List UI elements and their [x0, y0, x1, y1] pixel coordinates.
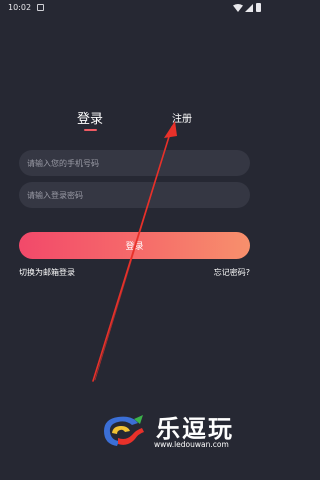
- wifi-icon: [233, 4, 243, 12]
- tab-register[interactable]: 注册: [172, 110, 192, 125]
- signal-icon: [245, 4, 253, 12]
- tab-login[interactable]: 登录: [77, 108, 103, 127]
- switch-email-login-link[interactable]: 切换为邮箱登录: [19, 267, 75, 278]
- status-time: 10:02: [8, 3, 32, 12]
- forgot-password-link[interactable]: 忘记密码?: [214, 267, 250, 278]
- notification-icon: [37, 4, 44, 11]
- password-input[interactable]: [19, 182, 250, 208]
- status-bar: 10:02: [0, 0, 270, 16]
- watermark-logo: 乐逗玩 www.ledouwan.com: [98, 405, 252, 457]
- watermark-name: 乐逗玩: [156, 415, 234, 443]
- watermark-url: www.ledouwan.com: [154, 440, 229, 449]
- battery-icon: [256, 3, 261, 12]
- phone-input[interactable]: [19, 150, 250, 176]
- ledouwan-logo-icon: [104, 415, 144, 446]
- tab-active-indicator: [84, 129, 97, 131]
- login-button[interactable]: 登录: [19, 232, 250, 259]
